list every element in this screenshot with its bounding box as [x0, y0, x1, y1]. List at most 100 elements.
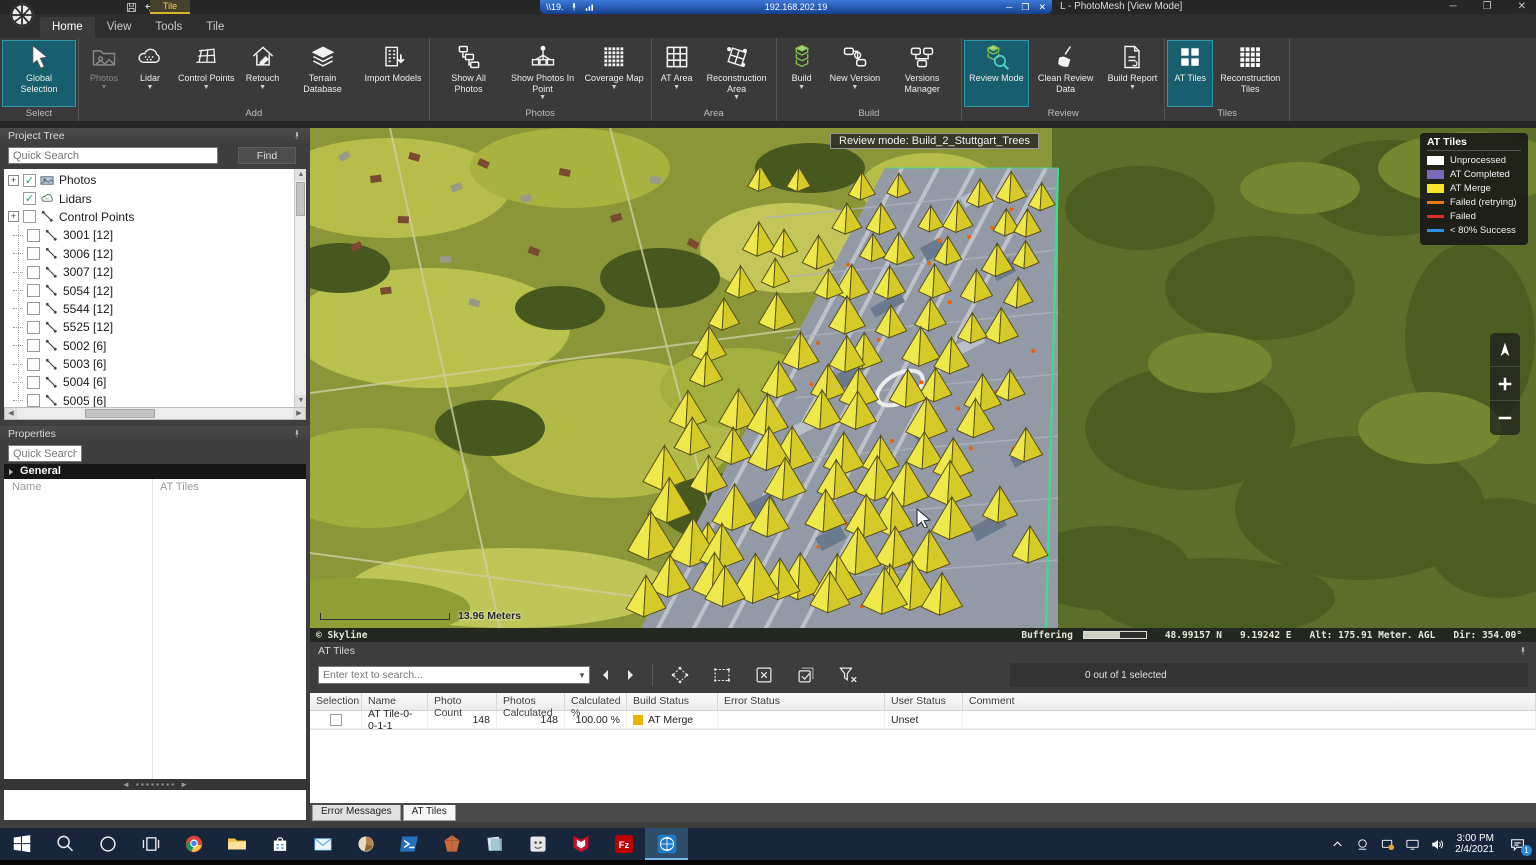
ribbon-button-photos[interactable]: Photos▼ — [81, 40, 127, 107]
rdp-tray-icon[interactable] — [1355, 837, 1370, 852]
check-selection-icon[interactable] — [793, 662, 819, 688]
tree-vertical-scrollbar[interactable]: ▲ ▼ — [294, 169, 306, 407]
find-button[interactable]: Find — [238, 147, 296, 164]
tab-tile[interactable]: Tile — [194, 17, 236, 38]
pin-icon[interactable] — [292, 428, 302, 440]
tree-checkbox[interactable] — [27, 376, 40, 389]
taskbar-app-mail-icon[interactable] — [301, 828, 344, 860]
expand-toggle-icon[interactable]: + — [8, 211, 19, 222]
expand-toggle-icon[interactable]: + — [8, 175, 19, 186]
tree-checkbox[interactable] — [27, 302, 40, 315]
taskbar-app-file-explorer-icon[interactable] — [215, 828, 258, 860]
tree-checkbox[interactable] — [27, 321, 40, 334]
rdp-minimize-button[interactable]: ─ — [1006, 2, 1012, 13]
tree-checkbox[interactable]: ✓ — [23, 192, 36, 205]
ribbon-button-terrain-database[interactable]: Terrain Database — [286, 40, 360, 107]
taskbar-app-search-icon[interactable] — [43, 828, 86, 860]
tree-item-5003-6[interactable]: 5003 [6] — [8, 355, 294, 373]
window-restore-button[interactable]: ❐ — [1483, 1, 1492, 12]
scroll-left-icon[interactable]: ◀ — [5, 408, 17, 419]
prev-tile-icon[interactable] — [598, 667, 614, 683]
polygon-select-icon[interactable] — [667, 662, 693, 688]
taskbar-app-chrome-icon[interactable] — [172, 828, 215, 860]
action-center-button[interactable]: 1 — [1504, 831, 1530, 857]
ribbon-button-show-photos-in-point[interactable]: Show Photos In Point▼ — [506, 40, 580, 107]
rect-select-icon[interactable] — [709, 662, 735, 688]
ribbon-button-clean-review-data[interactable]: Clean Review Data — [1029, 40, 1103, 107]
project-tree-search-input[interactable] — [8, 147, 218, 164]
pin-icon[interactable] — [292, 130, 302, 142]
tree-checkbox[interactable] — [27, 266, 40, 279]
rdp-close-button[interactable]: ✕ — [1038, 2, 1046, 13]
ribbon-button-coverage-map[interactable]: Coverage Map▼ — [580, 40, 649, 107]
tree-checkbox[interactable] — [27, 394, 40, 407]
column-header-photos-calculated[interactable]: Photos Calculated — [497, 693, 565, 710]
taskbar-app-cortana-icon[interactable] — [86, 828, 129, 860]
panel-tab-error-messages[interactable]: Error Messages — [312, 805, 401, 821]
scroll-up-icon[interactable]: ▲ — [295, 169, 306, 181]
table-row-at-tile-0-0-1-1[interactable]: AT Tile-0-0-1-1148148100.00 %AT MergeUns… — [310, 711, 1536, 729]
rdp-restore-button[interactable]: ❐ — [1021, 2, 1029, 13]
next-tile-icon[interactable] — [622, 667, 638, 683]
scroll-down-icon[interactable]: ▼ — [295, 395, 306, 407]
column-header-photo-count[interactable]: Photo Count — [428, 693, 497, 710]
panel-tab-at-tiles[interactable]: AT Tiles — [403, 805, 456, 821]
tree-item-5054-12[interactable]: 5054 [12] — [8, 281, 294, 299]
tree-item-control-points[interactable]: +Control Points — [8, 208, 294, 226]
tree-checkbox[interactable]: ✓ — [23, 174, 36, 187]
taskbar-app-photomesh-icon[interactable] — [645, 828, 688, 860]
ribbon-button-lidar[interactable]: Lidar▼ — [127, 40, 173, 107]
tree-item-3001-12[interactable]: 3001 [12] — [8, 226, 294, 244]
zoom-out-button[interactable] — [1490, 401, 1520, 435]
tree-item-3006-12[interactable]: 3006 [12] — [8, 245, 294, 263]
column-header-comment[interactable]: Comment — [963, 693, 1536, 710]
taskbar-app-filezilla-icon[interactable]: Fz — [602, 828, 645, 860]
tree-checkbox[interactable] — [27, 339, 40, 352]
tile-search-input[interactable] — [319, 669, 575, 681]
column-header-selection[interactable]: Selection — [310, 693, 362, 710]
property-row[interactable]: Name AT Tiles — [4, 479, 306, 495]
column-header-build-status[interactable]: Build Status — [627, 693, 718, 710]
ribbon-button-new-version[interactable]: New Version▼ — [825, 40, 886, 107]
tree-item-5525-12[interactable]: 5525 [12] — [8, 318, 294, 336]
tree-item-5544-12[interactable]: 5544 [12] — [8, 300, 294, 318]
tree-item-photos[interactable]: +✓Photos — [8, 171, 294, 189]
taskbar-app-mcafee-icon[interactable] — [559, 828, 602, 860]
column-header-error-status[interactable]: Error Status — [718, 693, 885, 710]
row-checkbox[interactable] — [330, 714, 342, 726]
tree-item-3007-12[interactable]: 3007 [12] — [8, 263, 294, 281]
zoom-in-button[interactable] — [1490, 367, 1520, 401]
ribbon-button-review-mode[interactable]: Review Mode — [964, 40, 1029, 107]
tree-item-5004-6[interactable]: 5004 [6] — [8, 373, 294, 391]
tree-checkbox[interactable] — [27, 229, 40, 242]
tree-checkbox[interactable] — [27, 358, 40, 371]
tree-item-5005-6[interactable]: 5005 [6] — [8, 392, 294, 407]
taskbar-app-pie-app-icon[interactable] — [344, 828, 387, 860]
ribbon-button-reconstruction-tiles[interactable]: Reconstruction Tiles — [1213, 40, 1287, 107]
ribbon-button-retouch[interactable]: Retouch▼ — [240, 40, 286, 107]
tree-checkbox[interactable] — [27, 284, 40, 297]
taskbar-app-start-icon[interactable] — [0, 828, 43, 860]
scroll-right-icon[interactable]: ▶ — [293, 408, 305, 419]
display-tray-icon[interactable] — [1405, 837, 1420, 852]
clear-filter-icon[interactable] — [835, 662, 861, 688]
window-close-button[interactable]: ✕ — [1518, 1, 1526, 12]
properties-search-input[interactable] — [8, 445, 82, 462]
column-header-user-status[interactable]: User Status — [885, 693, 963, 710]
chevron-up-icon[interactable] — [1330, 837, 1345, 852]
tree-horizontal-scrollbar[interactable]: ◀ ▶ — [4, 407, 306, 420]
ribbon-button-at-tiles[interactable]: AT Tiles — [1167, 40, 1213, 107]
volume-icon[interactable] — [1430, 837, 1445, 852]
ribbon-button-build[interactable]: Build▼ — [779, 40, 825, 107]
tree-checkbox[interactable] — [23, 210, 36, 223]
3d-viewport[interactable]: Review mode: Build_2_Stuttgart_Trees AT … — [310, 128, 1536, 628]
ribbon-button-versions-manager[interactable]: Versions Manager — [885, 40, 959, 107]
ribbon-button-import-models[interactable]: Import Models — [360, 40, 427, 107]
tree-item-5002-6[interactable]: 5002 [6] — [8, 337, 294, 355]
taskbar-app-store-icon[interactable] — [258, 828, 301, 860]
taskbar-app-task-view-icon[interactable] — [129, 828, 172, 860]
ribbon-button-show-all-photos[interactable]: Show All Photos — [432, 40, 506, 107]
tile-search-box[interactable]: ▼ — [318, 666, 590, 684]
tab-tools[interactable]: Tools — [143, 17, 194, 38]
column-header-calculated[interactable]: Calculated % — [565, 693, 627, 710]
